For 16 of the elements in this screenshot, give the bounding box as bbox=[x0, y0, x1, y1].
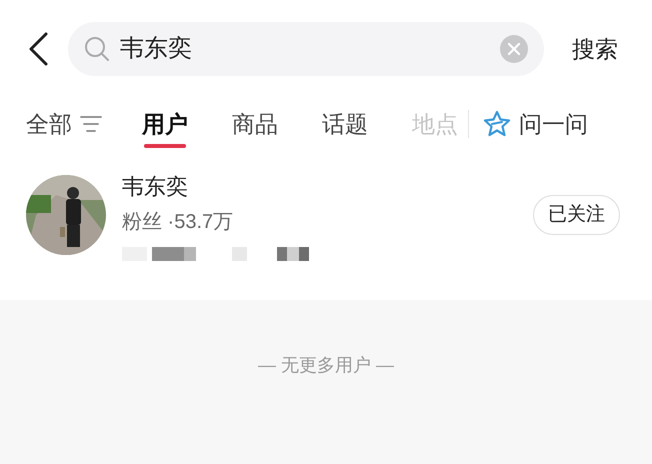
tab[interactable]: 商品 bbox=[232, 98, 278, 150]
star-icon bbox=[483, 110, 511, 138]
search-icon bbox=[84, 36, 110, 62]
no-more-users-text: — 无更多用户 — bbox=[258, 354, 394, 377]
search-button[interactable]: 搜索 bbox=[572, 32, 618, 66]
tab[interactable]: 用户 bbox=[142, 98, 188, 150]
tab[interactable]: 全部 bbox=[26, 98, 102, 150]
filter-icon bbox=[80, 115, 102, 133]
tab[interactable]: 话题 bbox=[322, 98, 368, 150]
search-query: 韦东奕 bbox=[120, 34, 193, 64]
fans-count: 粉丝 ·53.7万 bbox=[122, 210, 234, 234]
following-button[interactable]: 已关注 bbox=[533, 195, 620, 235]
selected-underline bbox=[144, 144, 186, 148]
user-name[interactable]: 韦东奕 bbox=[122, 170, 533, 202]
ask-button[interactable]: 问一问 bbox=[483, 106, 588, 142]
search-field[interactable]: 韦东奕 bbox=[68, 22, 544, 76]
